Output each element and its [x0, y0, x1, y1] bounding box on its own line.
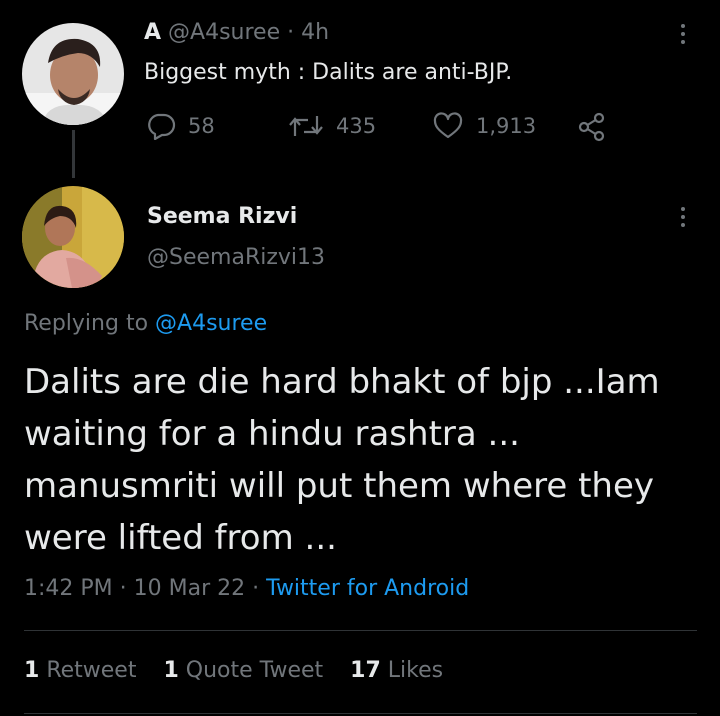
likes-stat[interactable]: 17 Likes [350, 658, 443, 683]
meta-separator: · [252, 576, 260, 601]
meta-separator: · [119, 576, 127, 601]
retweet-button[interactable]: 435 [288, 112, 376, 140]
reply-button[interactable]: 58 [146, 112, 215, 140]
like-button[interactable]: 1,913 [432, 112, 536, 140]
tweet-text-line: Dalits are die hard bhakt of bjp ...Iam [24, 362, 660, 402]
divider [24, 713, 697, 714]
retweets-stat[interactable]: 1 Retweet [24, 658, 143, 683]
tweet-text-line: waiting for a hindu rashtra ... [24, 414, 520, 454]
tweet-text-line: manusmriti will put them where they [24, 466, 654, 506]
share-button[interactable] [576, 112, 618, 142]
tweet-meta: 1:42 PM · 10 Mar 22 · Twitter for Androi… [24, 576, 469, 601]
header-separator: · [287, 20, 295, 45]
tweet-text-line: were lifted from ... [24, 518, 337, 558]
thread-connector-line [72, 130, 75, 178]
main-author-name[interactable]: Seema Rizvi [147, 204, 297, 229]
main-author-avatar[interactable] [22, 186, 124, 288]
share-icon [578, 112, 605, 142]
main-tweet-text: Dalits are die hard bhakt of bjp ...Iam … [24, 356, 660, 564]
tweet-date[interactable]: 10 Mar 22 [134, 576, 245, 601]
parent-more-icon[interactable] [679, 24, 687, 44]
tweet-source[interactable]: Twitter for Android [266, 576, 469, 601]
main-author-handle[interactable]: @SeemaRizvi13 [147, 245, 325, 270]
like-icon [433, 112, 463, 139]
likes-stat-label: Likes [387, 658, 444, 683]
retweet-count: 435 [336, 114, 377, 138]
quotes-stat-count: 1 [163, 658, 179, 683]
quotes-stat-label: Quote Tweet [185, 658, 324, 683]
retweets-stat-label: Retweet [46, 658, 137, 683]
parent-author-name[interactable]: A [144, 20, 161, 45]
engagement-stats: 1 Retweet 1 Quote Tweet 17 Likes [24, 658, 443, 683]
parent-tweet-header: A @A4suree · 4h [144, 20, 329, 45]
retweets-stat-count: 1 [24, 658, 40, 683]
likes-stat-count: 17 [350, 658, 381, 683]
replying-to-prefix: Replying to [24, 311, 149, 336]
parent-tweet-text: Biggest myth : Dalits are anti-BJP. [144, 60, 513, 85]
main-more-icon[interactable] [679, 207, 687, 227]
parent-time-ago[interactable]: 4h [301, 20, 329, 45]
retweet-icon [289, 116, 323, 136]
reply-count: 58 [188, 114, 215, 138]
tweet-time[interactable]: 1:42 PM [24, 576, 113, 601]
replying-to-handle[interactable]: @A4suree [155, 311, 267, 336]
parent-author-handle[interactable]: @A4suree [168, 20, 280, 45]
quotes-stat[interactable]: 1 Quote Tweet [163, 658, 330, 683]
reply-icon [148, 113, 176, 140]
divider [24, 630, 697, 631]
parent-author-avatar[interactable] [22, 23, 124, 125]
replying-to-line: Replying to @A4suree [24, 311, 267, 336]
like-count: 1,913 [476, 114, 537, 138]
